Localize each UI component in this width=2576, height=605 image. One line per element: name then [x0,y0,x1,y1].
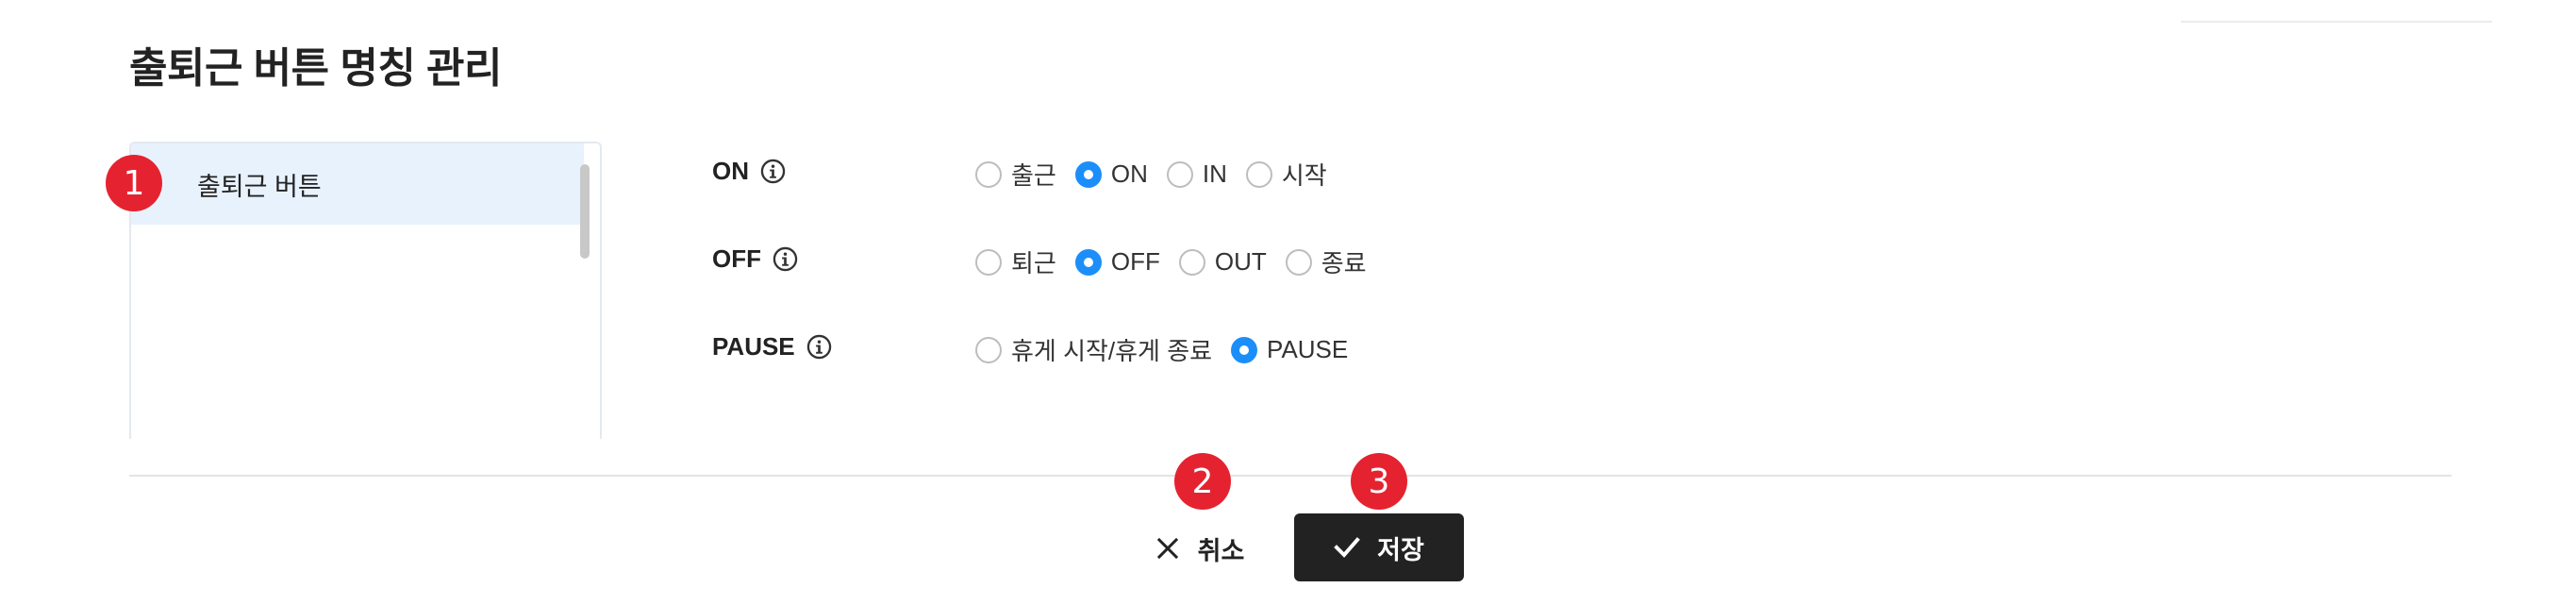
on-radio-option[interactable]: ON [1074,160,1148,189]
radio-button[interactable] [1074,160,1102,188]
radio-label: PAUSE [1267,335,1349,363]
pause-radio-option[interactable]: 휴게 시작/휴게 종료 [975,332,1212,367]
cancel-button[interactable]: 취소 [1146,514,1255,582]
page: 출퇴근 버튼 명칭 관리 출퇴근 버튼 1 ON 출근 ON IN 시작 OFF 퇴근… [0,0,2576,605]
radio-button[interactable] [975,160,1002,188]
button-list-panel: 출퇴근 버튼 [129,142,602,439]
footer-divider [129,475,2451,477]
check-icon [1334,537,1360,558]
info-icon[interactable] [773,246,798,272]
off-row-label: OFF [712,244,761,273]
pause-radio-option[interactable]: PAUSE [1231,335,1348,364]
radio-label: 시작 [1281,161,1327,190]
step-marker-2: 2 [1174,453,1231,510]
radio-button[interactable] [1231,336,1258,363]
on-row-label: ON [712,157,749,185]
save-label: 저장 [1377,535,1424,564]
on-radio-option[interactable]: 출근 [975,157,1056,192]
top-divider [2181,21,2492,23]
radio-button[interactable] [1245,160,1272,188]
radio-label: 휴게 시작/휴게 종료 [1011,337,1213,365]
radio-label: 종료 [1321,249,1367,277]
off-radio-option[interactable]: OFF [1074,247,1160,277]
on-radio-option[interactable]: IN [1166,160,1227,189]
radio-label: 출근 [1011,161,1056,190]
off-radio-option[interactable]: 종료 [1285,244,1367,279]
cancel-label: 취소 [1197,536,1245,565]
on-radio-group: 출근 ON IN 시작 [975,157,1346,192]
radio-button[interactable] [1285,248,1312,276]
radio-button[interactable] [1178,248,1205,276]
step-marker-1: 1 [106,155,162,211]
off-radio-option[interactable]: 퇴근 [975,244,1056,279]
info-icon[interactable] [806,334,832,360]
off-radio-option[interactable]: OUT [1178,247,1267,277]
close-icon [1156,537,1178,560]
radio-label: ON [1110,160,1148,188]
info-icon[interactable] [760,159,786,184]
on-row-label-group: ON [712,157,786,186]
radio-label: OFF [1110,247,1160,276]
list-item-commute-button[interactable]: 출퇴근 버튼 [131,143,584,225]
radio-button[interactable] [1074,248,1102,276]
save-button[interactable]: 저장 [1294,513,1464,581]
list-scrollbar[interactable] [580,164,590,259]
list-item-label: 출퇴근 버튼 [197,172,322,201]
off-row-label-group: OFF [712,244,798,274]
radio-button[interactable] [975,336,1002,363]
radio-label: OUT [1214,247,1267,276]
step-marker-3: 3 [1351,453,1407,510]
radio-label: 퇴근 [1011,249,1056,277]
on-radio-option[interactable]: 시작 [1245,157,1327,192]
radio-button[interactable] [1166,160,1193,188]
pause-row-label-group: PAUSE [712,332,832,361]
page-title: 출퇴근 버튼 명칭 관리 [129,45,503,92]
off-radio-group: 퇴근 OFF OUT 종료 [975,244,1386,279]
pause-row-label: PAUSE [712,332,795,361]
radio-button[interactable] [975,248,1002,276]
radio-label: IN [1202,160,1227,188]
pause-radio-group: 휴게 시작/휴게 종료 PAUSE [975,332,1367,367]
